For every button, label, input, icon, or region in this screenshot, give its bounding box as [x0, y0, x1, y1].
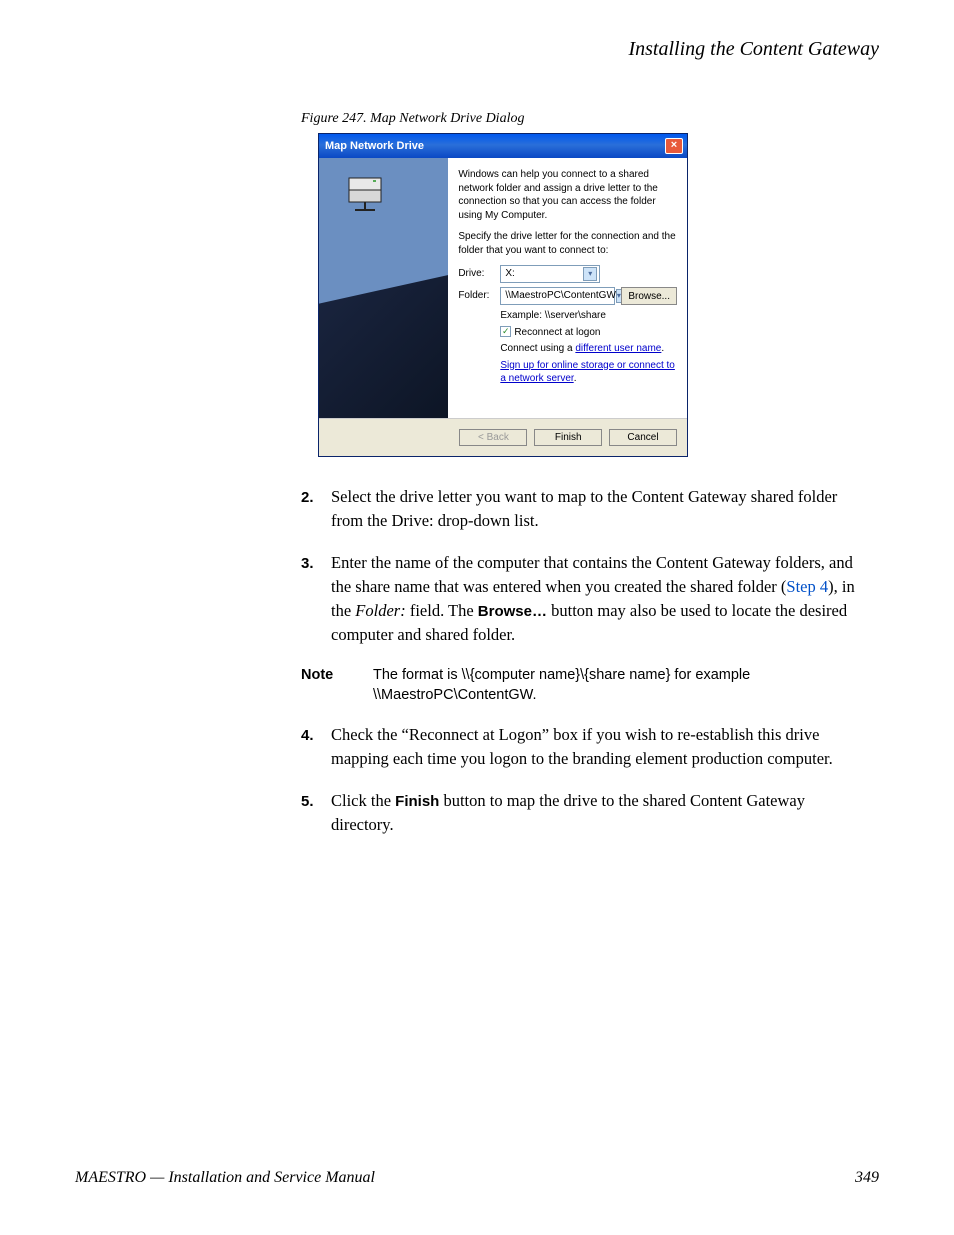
signup-link[interactable]: Sign up for online storage or connect to… — [500, 360, 675, 385]
step-text: Select the drive letter you want to map … — [331, 485, 869, 533]
back-button: < Back — [459, 429, 527, 446]
connect-using-row: Connect using a different user name. — [500, 342, 677, 356]
drive-select[interactable]: X: ▾ — [500, 265, 600, 283]
folder-value: \\MaestroPC\ContentGW — [505, 289, 616, 303]
network-drive-icon — [343, 170, 391, 218]
dialog-sidebar-image — [319, 158, 448, 418]
finish-button[interactable]: Finish — [534, 429, 602, 446]
step-number: 5. — [301, 789, 331, 837]
browse-button[interactable]: Browse... — [621, 287, 677, 305]
dialog-intro-2: Specify the drive letter for the connect… — [458, 230, 677, 257]
step-4: 4. Check the “Reconnect at Logon” box if… — [301, 723, 869, 771]
step-number: 2. — [301, 485, 331, 533]
note-text: The format is \\{computer name}\{share n… — [373, 665, 869, 706]
drive-value: X: — [505, 267, 514, 281]
step-text: Check the “Reconnect at Logon” box if yo… — [331, 723, 869, 771]
folder-label: Folder: — [458, 289, 500, 303]
dialog-titlebar: Map Network Drive × — [319, 134, 687, 158]
example-text: Example: \\server\share — [500, 309, 677, 323]
footer-title: MAESTRO — Installation and Service Manua… — [75, 1169, 375, 1187]
step-5: 5. Click the Finish button to map the dr… — [301, 789, 869, 837]
figure-caption: Figure 247. Map Network Drive Dialog — [301, 111, 879, 127]
step-2: 2. Select the drive letter you want to m… — [301, 485, 869, 533]
reconnect-row[interactable]: ✓Reconnect at logon — [500, 326, 677, 340]
step-text: Click the Finish button to map the drive… — [331, 789, 869, 837]
step-number: 3. — [301, 551, 331, 647]
step-text: Enter the name of the computer that cont… — [331, 551, 869, 647]
section-header: Installing the Content Gateway — [75, 38, 879, 61]
step-3: 3. Enter the name of the computer that c… — [301, 551, 869, 647]
drive-label: Drive: — [458, 267, 500, 281]
step-number: 4. — [301, 723, 331, 771]
cancel-button[interactable]: Cancel — [609, 429, 677, 446]
different-user-link[interactable]: different user name — [575, 343, 661, 354]
dialog-title: Map Network Drive — [325, 140, 424, 152]
reconnect-checkbox[interactable]: ✓ — [500, 326, 511, 337]
dialog-screenshot: Map Network Drive × — [318, 133, 879, 457]
close-icon[interactable]: × — [665, 138, 683, 154]
reconnect-label: Reconnect at logon — [514, 327, 600, 338]
dialog-intro-1: Windows can help you connect to a shared… — [458, 168, 677, 222]
page-footer: MAESTRO — Installation and Service Manua… — [75, 1169, 879, 1187]
note-label: Note — [301, 665, 373, 706]
step4-link[interactable]: Step 4 — [786, 577, 828, 596]
folder-input[interactable]: \\MaestroPC\ContentGW ▾ — [500, 287, 615, 305]
dialog-footer: < Back Finish Cancel — [319, 418, 687, 456]
page-number: 349 — [855, 1169, 879, 1187]
chevron-down-icon[interactable]: ▾ — [583, 267, 597, 281]
note: Note The format is \\{computer name}\{sh… — [301, 665, 869, 706]
